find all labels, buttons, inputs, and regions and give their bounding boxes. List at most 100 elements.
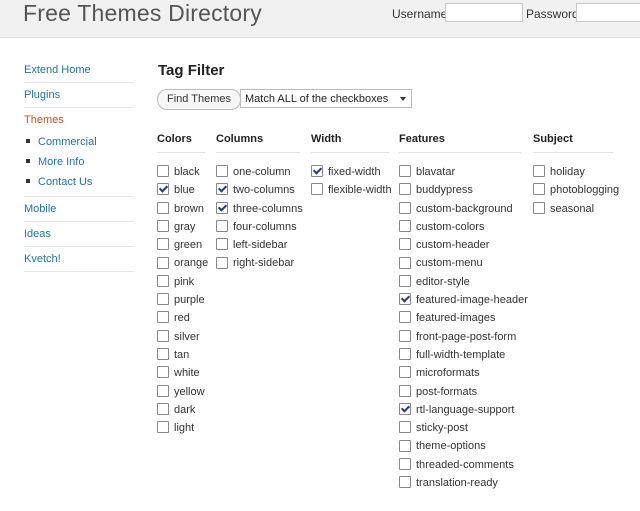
filter-option-white[interactable]: white xyxy=(157,364,205,382)
checkbox[interactable] xyxy=(157,311,169,324)
checkbox[interactable] xyxy=(157,256,169,269)
checkbox[interactable] xyxy=(399,384,411,397)
filter-option-rtl-language-support[interactable]: rtl-language-support xyxy=(399,401,521,419)
checkbox[interactable] xyxy=(216,165,228,178)
checkbox[interactable] xyxy=(216,219,228,232)
checkbox[interactable] xyxy=(399,165,411,178)
checkbox-checked[interactable] xyxy=(216,201,228,214)
checkbox[interactable] xyxy=(157,238,169,251)
username-input[interactable] xyxy=(445,3,523,22)
filter-option-sticky-post[interactable]: sticky-post xyxy=(399,419,521,437)
site-title[interactable]: Free Themes Directory xyxy=(23,0,262,27)
checkbox[interactable] xyxy=(533,201,545,214)
checkbox[interactable] xyxy=(157,421,169,434)
nav-item-extend-home[interactable]: Extend Home xyxy=(24,58,134,83)
filter-option-orange[interactable]: orange xyxy=(157,254,208,272)
find-themes-button[interactable]: Find Themes xyxy=(157,89,241,110)
checkbox[interactable] xyxy=(399,439,411,452)
checkbox[interactable] xyxy=(157,219,169,232)
checkbox[interactable] xyxy=(399,183,411,196)
filter-option-featured-image-header[interactable]: featured-image-header xyxy=(399,291,528,309)
checkbox[interactable] xyxy=(157,201,169,214)
checkbox[interactable] xyxy=(311,183,323,196)
nav-item-plugins[interactable]: Plugins xyxy=(24,83,134,108)
nav-item-themes[interactable]: Themes xyxy=(24,108,134,132)
filter-option-three-columns[interactable]: three-columns xyxy=(216,200,303,218)
filter-option-brown[interactable]: brown xyxy=(157,200,205,218)
filter-option-microformats[interactable]: microformats xyxy=(399,364,521,382)
checkbox[interactable] xyxy=(399,256,411,269)
nav-item-mobile[interactable]: Mobile xyxy=(24,197,134,222)
filter-option-custom-header[interactable]: custom-header xyxy=(399,236,521,254)
checkbox[interactable] xyxy=(399,366,411,379)
filter-option-post-formats[interactable]: post-formats xyxy=(399,383,521,401)
filter-option-fixed-width[interactable]: fixed-width xyxy=(311,163,389,181)
filter-option-right-sidebar[interactable]: right-sidebar xyxy=(216,254,300,272)
filter-option-pink[interactable]: pink xyxy=(157,273,205,291)
filter-option-red[interactable]: red xyxy=(157,309,205,327)
checkbox[interactable] xyxy=(399,329,411,342)
filter-option-editor-style[interactable]: editor-style xyxy=(399,273,521,291)
checkbox[interactable] xyxy=(157,402,169,415)
checkbox[interactable] xyxy=(216,238,228,251)
checkbox[interactable] xyxy=(157,366,169,379)
password-input[interactable] xyxy=(576,3,640,22)
filter-option-one-column[interactable]: one-column xyxy=(216,163,300,181)
filter-option-photoblogging[interactable]: photoblogging xyxy=(533,181,619,199)
filter-option-silver[interactable]: silver xyxy=(157,328,205,346)
filter-option-left-sidebar[interactable]: left-sidebar xyxy=(216,236,300,254)
checkbox[interactable] xyxy=(399,476,411,489)
filter-option-tan[interactable]: tan xyxy=(157,346,205,364)
filter-option-purple[interactable]: purple xyxy=(157,291,205,309)
filter-option-yellow[interactable]: yellow xyxy=(157,383,205,401)
filter-option-theme-options[interactable]: theme-options xyxy=(399,437,521,455)
filter-option-buddypress[interactable]: buddypress xyxy=(399,181,521,199)
filter-option-seasonal[interactable]: seasonal xyxy=(533,200,613,218)
checkbox[interactable] xyxy=(399,219,411,232)
filter-option-threaded-comments[interactable]: threaded-comments xyxy=(399,456,521,474)
checkbox[interactable] xyxy=(157,274,169,287)
checkbox[interactable] xyxy=(216,256,228,269)
checkbox[interactable] xyxy=(399,311,411,324)
checkbox[interactable] xyxy=(157,348,169,361)
filter-option-four-columns[interactable]: four-columns xyxy=(216,218,300,236)
filter-option-full-width-template[interactable]: full-width-template xyxy=(399,346,521,364)
filter-option-blavatar[interactable]: blavatar xyxy=(399,163,521,181)
checkbox[interactable] xyxy=(399,348,411,361)
filter-option-translation-ready[interactable]: translation-ready xyxy=(399,474,521,492)
nav-subitem-commercial[interactable]: Commercial xyxy=(24,132,134,152)
filter-option-two-columns[interactable]: two-columns xyxy=(216,181,300,199)
nav-subitem-more-info[interactable]: More Info xyxy=(24,152,134,172)
nav-subitem-contact-us[interactable]: Contact Us xyxy=(24,172,134,192)
checkbox[interactable] xyxy=(399,457,411,470)
filter-option-black[interactable]: black xyxy=(157,163,205,181)
filter-option-custom-background[interactable]: custom-background xyxy=(399,200,521,218)
checkbox[interactable] xyxy=(399,274,411,287)
checkbox[interactable] xyxy=(533,165,545,178)
filter-option-green[interactable]: green xyxy=(157,236,205,254)
checkbox[interactable] xyxy=(157,165,169,178)
filter-option-gray[interactable]: gray xyxy=(157,218,205,236)
checkbox-checked[interactable] xyxy=(399,402,411,415)
match-mode-select[interactable]: Match ALL of the checkboxes xyxy=(240,89,412,108)
filter-option-dark[interactable]: dark xyxy=(157,401,205,419)
checkbox-checked[interactable] xyxy=(216,183,228,196)
filter-option-light[interactable]: light xyxy=(157,419,205,437)
checkbox[interactable] xyxy=(399,421,411,434)
nav-item-kvetch[interactable]: Kvetch! xyxy=(24,247,134,272)
checkbox-checked[interactable] xyxy=(399,293,411,306)
filter-option-featured-images[interactable]: featured-images xyxy=(399,309,521,327)
filter-option-front-page-post-form[interactable]: front-page-post-form xyxy=(399,328,521,346)
filter-option-blue[interactable]: blue xyxy=(157,181,205,199)
filter-option-flexible-width[interactable]: flexible-width xyxy=(311,181,392,199)
filter-option-holiday[interactable]: holiday xyxy=(533,163,613,181)
checkbox[interactable] xyxy=(399,238,411,251)
checkbox-checked[interactable] xyxy=(157,183,169,196)
checkbox[interactable] xyxy=(399,201,411,214)
checkbox[interactable] xyxy=(157,384,169,397)
filter-option-custom-menu[interactable]: custom-menu xyxy=(399,254,521,272)
checkbox[interactable] xyxy=(157,329,169,342)
checkbox-checked[interactable] xyxy=(311,165,323,178)
filter-option-custom-colors[interactable]: custom-colors xyxy=(399,218,521,236)
checkbox[interactable] xyxy=(157,293,169,306)
